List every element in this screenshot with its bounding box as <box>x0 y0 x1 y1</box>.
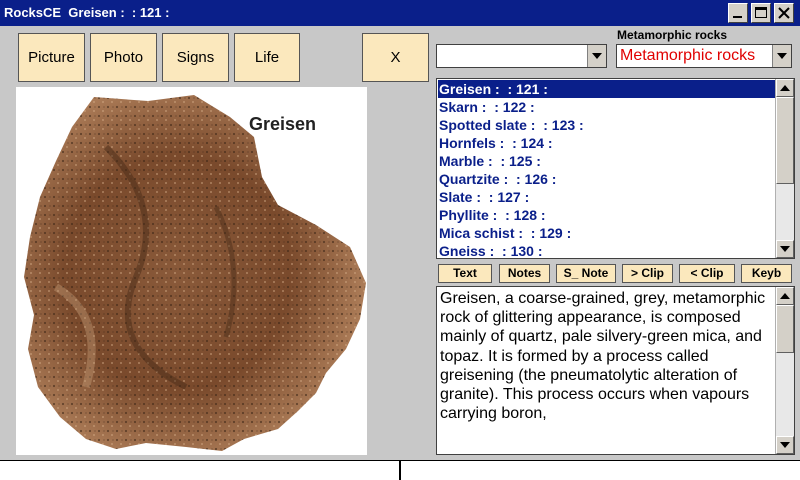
minimize-icon <box>733 16 742 18</box>
minimize-button[interactable] <box>728 3 748 23</box>
close-panel-button[interactable]: X <box>362 33 429 82</box>
list-item[interactable]: Slate : : 127 : <box>438 188 775 206</box>
rock-image <box>24 95 366 451</box>
dropdown-arrow[interactable] <box>772 45 791 67</box>
dropdown-arrow[interactable] <box>587 45 606 67</box>
title-bar: RocksCE Greisen : : 121 : <box>0 0 800 26</box>
scroll-thumb[interactable] <box>776 97 794 184</box>
list-item[interactable]: Marble : : 125 : <box>438 152 775 170</box>
category-value: Metamorphic rocks <box>620 47 756 64</box>
scroll-up-button[interactable] <box>776 287 794 305</box>
close-icon <box>778 7 790 19</box>
window-title: RocksCE Greisen : : 121 : <box>4 5 170 20</box>
scroll-down-button[interactable] <box>776 240 794 258</box>
picture-button[interactable]: Picture <box>18 33 85 82</box>
list-item[interactable]: Quartzite : : 126 : <box>438 170 775 188</box>
arrow-up-icon <box>780 85 790 91</box>
list-item[interactable]: Mica schist : : 129 : <box>438 224 775 242</box>
arrow-down-icon <box>780 442 790 448</box>
maximize-icon <box>755 7 767 18</box>
scroll-up-button[interactable] <box>776 79 794 97</box>
clip-prev-button[interactable]: < Clip <box>679 264 735 283</box>
notes-button[interactable]: Notes <box>499 264 550 283</box>
rock-list[interactable]: Greisen : : 121 : Skarn : : 122 : Spotte… <box>436 78 795 259</box>
clip-next-button[interactable]: > Clip <box>622 264 673 283</box>
photo-button[interactable]: Photo <box>90 33 157 82</box>
description-scrollbar[interactable] <box>775 287 794 454</box>
list-item[interactable]: Gneiss : : 130 : <box>438 242 775 258</box>
list-item[interactable]: Phyllite : : 128 : <box>438 206 775 224</box>
chevron-down-icon <box>777 53 787 59</box>
image-caption: Greisen <box>249 114 317 134</box>
life-button[interactable]: Life <box>234 33 300 82</box>
maximize-button[interactable] <box>751 3 771 23</box>
rock-photo: Greisen <box>16 87 367 455</box>
text-button[interactable]: Text <box>438 264 492 283</box>
subcategory-dropdown[interactable] <box>436 44 607 68</box>
arrow-down-icon <box>780 246 790 252</box>
scroll-down-button[interactable] <box>776 436 794 454</box>
text-cursor <box>399 461 401 480</box>
s-note-button[interactable]: S_ Note <box>556 264 616 283</box>
app-window: RocksCE Greisen : : 121 : Picture Photo … <box>0 0 800 461</box>
description-textbox[interactable]: Greisen, a coarse-grained, grey, metamor… <box>436 286 795 455</box>
description-text: Greisen, a coarse-grained, grey, metamor… <box>440 290 766 423</box>
list-item[interactable]: Skarn : : 122 : <box>438 98 775 116</box>
list-item[interactable]: Greisen : : 121 : <box>438 80 775 98</box>
category-dropdown[interactable]: Metamorphic rocks <box>616 44 792 68</box>
chevron-down-icon <box>592 53 602 59</box>
keyboard-button[interactable]: Keyb <box>741 264 792 283</box>
signs-button[interactable]: Signs <box>162 33 229 82</box>
scroll-thumb[interactable] <box>776 305 794 353</box>
category-label: Metamorphic rocks <box>617 28 728 42</box>
close-button[interactable] <box>774 3 794 23</box>
list-item[interactable]: Hornfels : : 124 : <box>438 134 775 152</box>
arrow-up-icon <box>780 293 790 299</box>
list-item[interactable]: Spotted slate : : 123 : <box>438 116 775 134</box>
list-scrollbar[interactable] <box>775 79 794 258</box>
